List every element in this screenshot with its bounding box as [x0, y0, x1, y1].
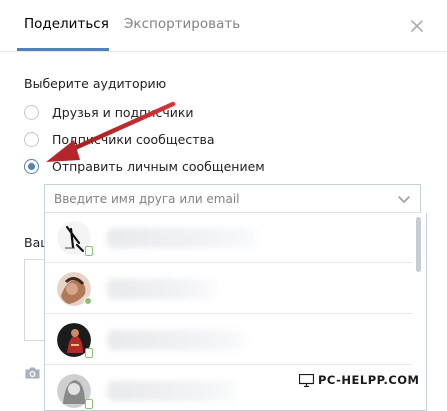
online-mobile-icon: [85, 348, 93, 358]
radio-button-checked[interactable]: [24, 158, 39, 174]
radio-button[interactable]: [24, 131, 39, 147]
radio-button[interactable]: [24, 104, 39, 120]
name-hidden: [107, 381, 237, 401]
scrollbar[interactable]: [416, 217, 421, 272]
tab-share[interactable]: Поделиться: [24, 16, 109, 32]
list-item[interactable]: [45, 264, 413, 314]
radio-label: Друзья и подписчики: [52, 104, 194, 120]
close-icon[interactable]: [408, 17, 426, 35]
avatar: [57, 374, 93, 409]
name-hidden: [107, 279, 217, 299]
avatar: [57, 323, 93, 358]
watermark-text: PC-HELPP.COM: [318, 373, 420, 387]
active-tab-indicator: [17, 48, 109, 51]
list-item[interactable]: [45, 213, 413, 263]
radio-label: Подписчики сообщества: [52, 131, 215, 147]
online-mobile-icon: [85, 399, 93, 409]
friend-search-field[interactable]: [44, 184, 421, 213]
online-mobile-icon: [85, 246, 93, 256]
name-hidden: [107, 330, 247, 350]
chevron-down-icon[interactable]: [398, 194, 410, 204]
avatar: [57, 221, 93, 256]
radio-friends-followers[interactable]: Друзья и подписчики: [24, 102, 194, 122]
camera-icon[interactable]: [24, 366, 41, 380]
tab-export[interactable]: Экспортировать: [124, 16, 240, 32]
friend-search-input[interactable]: [54, 191, 374, 206]
list-item[interactable]: [45, 315, 413, 365]
radio-private-message[interactable]: Отправить личным сообщением: [24, 156, 265, 176]
monitor-icon: [299, 373, 314, 387]
tab-bar: Поделиться Экспортировать: [0, 0, 447, 52]
radio-label: Отправить личным сообщением: [52, 158, 265, 174]
name-hidden: [107, 228, 257, 248]
online-status-icon: [84, 297, 92, 305]
watermark: PC-HELPP.COM: [299, 372, 420, 388]
avatar: [57, 272, 92, 306]
audience-title: Выберите аудиторию: [24, 76, 167, 91]
radio-community-subscribers[interactable]: Подписчики сообщества: [24, 129, 215, 149]
